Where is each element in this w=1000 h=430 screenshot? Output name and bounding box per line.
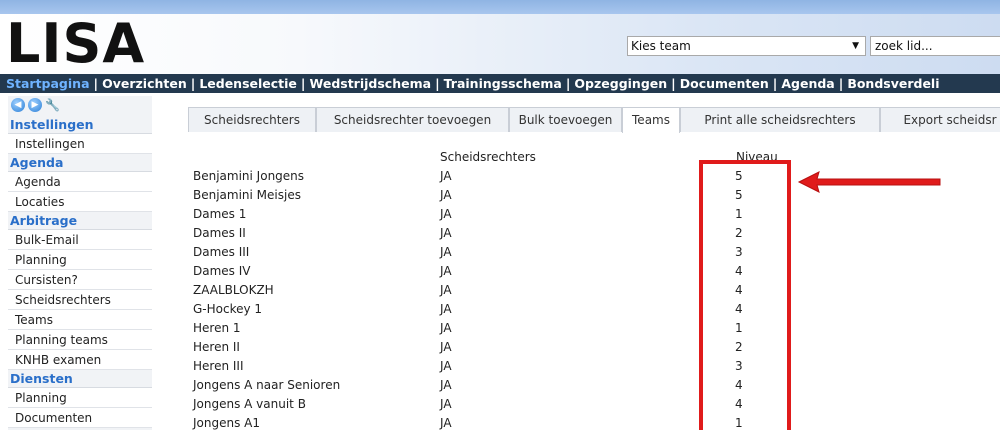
referee-cell: JA [440, 359, 452, 373]
nav-item-ledenselectie[interactable]: Ledenselectie [199, 76, 297, 91]
table-row: Dames IV JA 4 [188, 262, 1000, 281]
nav-item-agenda[interactable]: Agenda [781, 76, 834, 91]
table-row: ZAALBLOKZH JA 4 [188, 281, 1000, 300]
team-name-cell[interactable]: Jongens A vanuit B [193, 395, 306, 414]
main-nav: Startpagina | Overzichten | Ledenselectie | We… [0, 74, 1000, 93]
table-row: Dames II JA 2 [188, 224, 1000, 243]
referee-cell: JA [440, 188, 452, 202]
nav-item-opzeggingen[interactable]: Opzeggingen [574, 76, 667, 91]
referee-cell: JA [440, 378, 452, 392]
table-row: Heren III JA 3 [188, 357, 1000, 376]
wrench-icon[interactable]: 🔧 [45, 98, 61, 112]
referee-cell: JA [440, 264, 452, 278]
team-name-cell[interactable]: Heren III [193, 357, 244, 376]
nav-item-overzichten[interactable]: Overzichten [102, 76, 187, 91]
sidebar-section-diensten: Diensten [8, 370, 152, 388]
sidebar-section-instellingen: Instellingen [8, 116, 152, 134]
window-top-strip [0, 0, 1000, 14]
team-select[interactable]: Kies team ▼ [627, 36, 866, 56]
nav-item-documenten[interactable]: Documenten [680, 76, 769, 91]
referee-cell: JA [440, 321, 452, 335]
sidebar-item-teams[interactable]: Teams [8, 310, 152, 330]
team-name-cell[interactable]: Dames III [193, 243, 249, 262]
referee-cell: JA [440, 397, 452, 411]
column-header-scheidsrechters: Scheidsrechters [440, 150, 536, 164]
nav-separator: | [671, 76, 676, 91]
nav-separator: | [772, 76, 778, 91]
referee-cell: JA [440, 302, 452, 316]
dropdown-arrow-icon: ▼ [852, 41, 859, 51]
team-name-cell[interactable]: ZAALBLOKZH [193, 281, 274, 300]
tab-export-scheidsr[interactable]: Export scheidsr [880, 107, 1000, 132]
nav-separator: | [93, 76, 99, 91]
sidebar-item-planning[interactable]: Planning [8, 250, 152, 270]
sidebar-section-arbitrage: Arbitrage [8, 212, 152, 230]
nav-separator: | [300, 76, 306, 91]
table-row: Jongens A1 JA 1 [188, 414, 1000, 430]
nav-item-trainingsschema[interactable]: Trainingsschema [444, 76, 562, 91]
referee-cell: JA [440, 169, 452, 183]
tab-scheidsrechter-toevoegen[interactable]: Scheidsrechter toevoegen [316, 107, 509, 132]
table-row: Heren 1 JA 1 [188, 319, 1000, 338]
nav-separator: | [190, 76, 196, 91]
table-row: Jongens A vanuit B JA 4 [188, 395, 1000, 414]
sidebar-item-cursisten-[interactable]: Cursisten? [8, 270, 152, 290]
sidebar: ◀ ▶ 🔧 Instellingen Instellingen Agenda Agen… [8, 96, 152, 430]
sidebar-section-agenda: Agenda [8, 154, 152, 172]
nav-separator: | [838, 76, 844, 91]
tab-print-alle-scheidsrechters[interactable]: Print alle scheidsrechters [680, 107, 880, 132]
team-name-cell[interactable]: G-Hockey 1 [193, 300, 262, 319]
annotation-highlight-box [699, 160, 791, 430]
referee-cell: JA [440, 207, 452, 221]
team-name-cell[interactable]: Heren II [193, 338, 240, 357]
sidebar-item-locaties[interactable]: Locaties [8, 192, 152, 212]
team-name-cell[interactable]: Dames 1 [193, 205, 246, 224]
referee-cell: JA [440, 416, 452, 430]
team-name-cell[interactable]: Heren 1 [193, 319, 241, 338]
referee-cell: JA [440, 340, 452, 354]
team-name-cell[interactable]: Jongens A1 [193, 414, 260, 430]
table-row: Jongens A naar Senioren JA 4 [188, 376, 1000, 395]
sidebar-item-instellingen[interactable]: Instellingen [8, 134, 152, 154]
tab-teams[interactable]: Teams [622, 107, 680, 133]
team-name-cell[interactable]: Dames IV [193, 262, 250, 281]
nav-separator: | [435, 76, 440, 91]
sidebar-item-knhb-examen[interactable]: KNHB examen [8, 350, 152, 370]
tab-bulk-toevoegen[interactable]: Bulk toevoegen [509, 107, 622, 132]
nav-separator: | [565, 76, 571, 91]
member-search-input[interactable]: zoek lid... [870, 36, 1000, 56]
sidebar-item-scheidsrechters[interactable]: Scheidsrechters [8, 290, 152, 310]
lisa-logo: LISA [6, 12, 146, 75]
tab-scheidsrechters[interactable]: Scheidsrechters [188, 107, 316, 132]
table-row: G-Hockey 1 JA 4 [188, 300, 1000, 319]
forward-icon[interactable]: ▶ [28, 98, 42, 112]
sidebar-toolbar: ◀ ▶ 🔧 [8, 96, 152, 116]
referee-cell: JA [440, 283, 452, 297]
referee-cell: JA [440, 245, 452, 259]
team-name-cell[interactable]: Benjamini Jongens [193, 167, 304, 186]
sidebar-item-agenda[interactable]: Agenda [8, 172, 152, 192]
table-row: Dames 1 JA 1 [188, 205, 1000, 224]
team-name-cell[interactable]: Jongens A naar Senioren [193, 376, 340, 395]
sidebar-item-documenten[interactable]: Documenten [8, 408, 152, 428]
sidebar-item-planning-teams[interactable]: Planning teams [8, 330, 152, 350]
nav-item-wedstrijdschema[interactable]: Wedstrijdschema [310, 76, 432, 91]
nav-item-startpagina[interactable]: Startpagina [6, 76, 90, 91]
tab-bar: Scheidsrechters Scheidsrechter toevoegen B… [188, 107, 1000, 133]
back-icon[interactable]: ◀ [11, 98, 25, 112]
table-row: Heren II JA 2 [188, 338, 1000, 357]
annotation-arrow [797, 171, 941, 193]
team-name-cell[interactable]: Dames II [193, 224, 246, 243]
sidebar-item-planning[interactable]: Planning [8, 388, 152, 408]
team-select-value: Kies team [631, 39, 691, 53]
sidebar-item-bulk-email[interactable]: Bulk-Email [8, 230, 152, 250]
team-name-cell[interactable]: Benjamini Meisjes [193, 186, 301, 205]
referee-cell: JA [440, 226, 452, 240]
app-header: LISA Kies team ▼ zoek lid... [0, 14, 1000, 74]
table-row: Dames III JA 3 [188, 243, 1000, 262]
nav-item-bondsverdeli[interactable]: Bondsverdeli [847, 76, 939, 91]
